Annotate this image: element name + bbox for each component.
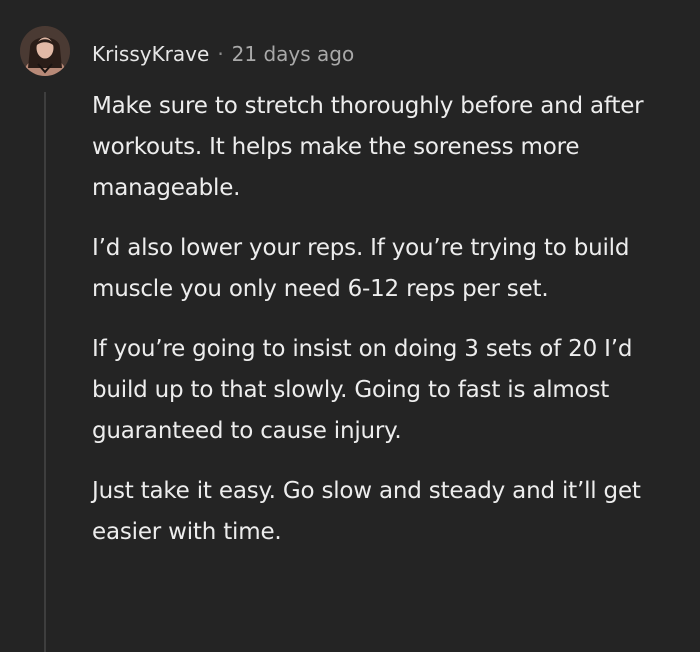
avatar-image (20, 26, 70, 76)
comment-paragraph: If you’re going to insist on doing 3 set… (92, 336, 633, 444)
comment-header: KrissyKrave · 21 days ago (92, 39, 354, 69)
comment-paragraph: Just take it easy. Go slow and steady an… (92, 478, 641, 545)
separator-dot: · (217, 42, 224, 66)
thread-line[interactable] (44, 92, 46, 652)
comment-paragraph: Make sure to stretch thoroughly before a… (92, 93, 644, 201)
timestamp[interactable]: 21 days ago (232, 42, 355, 66)
comment-body: Make sure to stretch thoroughly before a… (92, 86, 682, 572)
avatar[interactable] (20, 26, 70, 76)
comment-paragraph: I’d also lower your reps. If you’re tryi… (92, 235, 630, 302)
author-name[interactable]: KrissyKrave (92, 42, 209, 66)
